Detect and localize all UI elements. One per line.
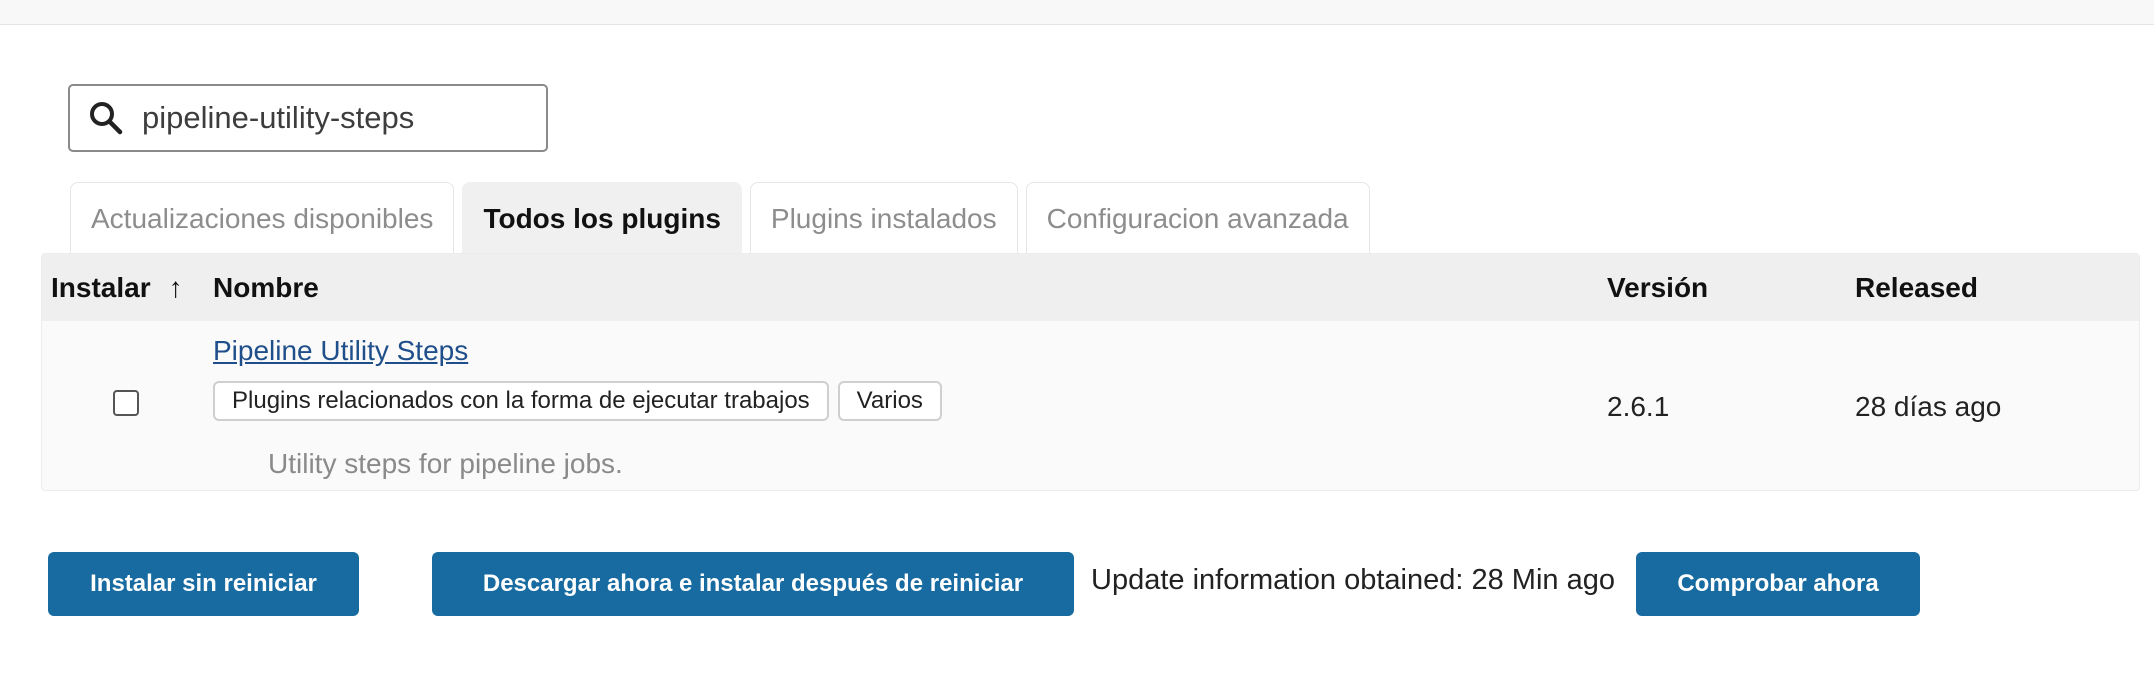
download-install-after-restart-button[interactable]: Descargar ahora e instalar después de re… [432,552,1074,616]
sort-arrow-up-icon[interactable]: ↑ [169,272,183,304]
plugin-version: 2.6.1 [1607,391,1670,422]
check-now-button[interactable]: Comprobar ahora [1636,552,1920,616]
tab-advanced[interactable]: Configuracion avanzada [1025,182,1370,254]
top-bar [0,0,2154,25]
table-header: Instalar ↑ Nombre Versión Released [42,254,2139,321]
tab-updates[interactable]: Actualizaciones disponibles [70,182,455,254]
plugin-released: 28 días ago [1855,391,2002,422]
install-checkbox[interactable] [113,390,139,416]
column-version[interactable]: Versión [1607,254,1708,321]
search-input[interactable]: pipeline-utility-steps [142,100,414,136]
tab-all-plugins[interactable]: Todos los plugins [462,182,742,254]
update-info-text: Update information obtained: 28 Min ago [1091,564,1615,596]
tag-pipeline-related[interactable]: Plugins relacionados con la forma de eje… [213,381,829,421]
tab-bar: Actualizaciones disponibles Todos los pl… [70,182,1370,254]
column-install[interactable]: Instalar ↑ [51,254,183,321]
tab-installed[interactable]: Plugins instalados [749,182,1018,254]
plugin-tags: Plugins relacionados con la forma de eje… [213,381,942,421]
column-released[interactable]: Released [1855,254,1978,321]
tag-misc[interactable]: Varios [837,381,942,421]
install-without-restart-button[interactable]: Instalar sin reiniciar [48,552,359,616]
plugin-excerpt: Utility steps for pipeline jobs. [268,448,623,479]
plugin-table: Instalar ↑ Nombre Versión Released Pipel… [41,253,2140,491]
column-name[interactable]: Nombre [213,254,319,321]
search-box[interactable]: pipeline-utility-steps [68,84,548,152]
table-row: Pipeline Utility Steps Plugins relaciona… [42,321,2139,491]
search-icon [86,98,126,138]
plugin-name-link[interactable]: Pipeline Utility Steps [213,335,468,367]
column-install-label: Instalar [51,271,151,303]
